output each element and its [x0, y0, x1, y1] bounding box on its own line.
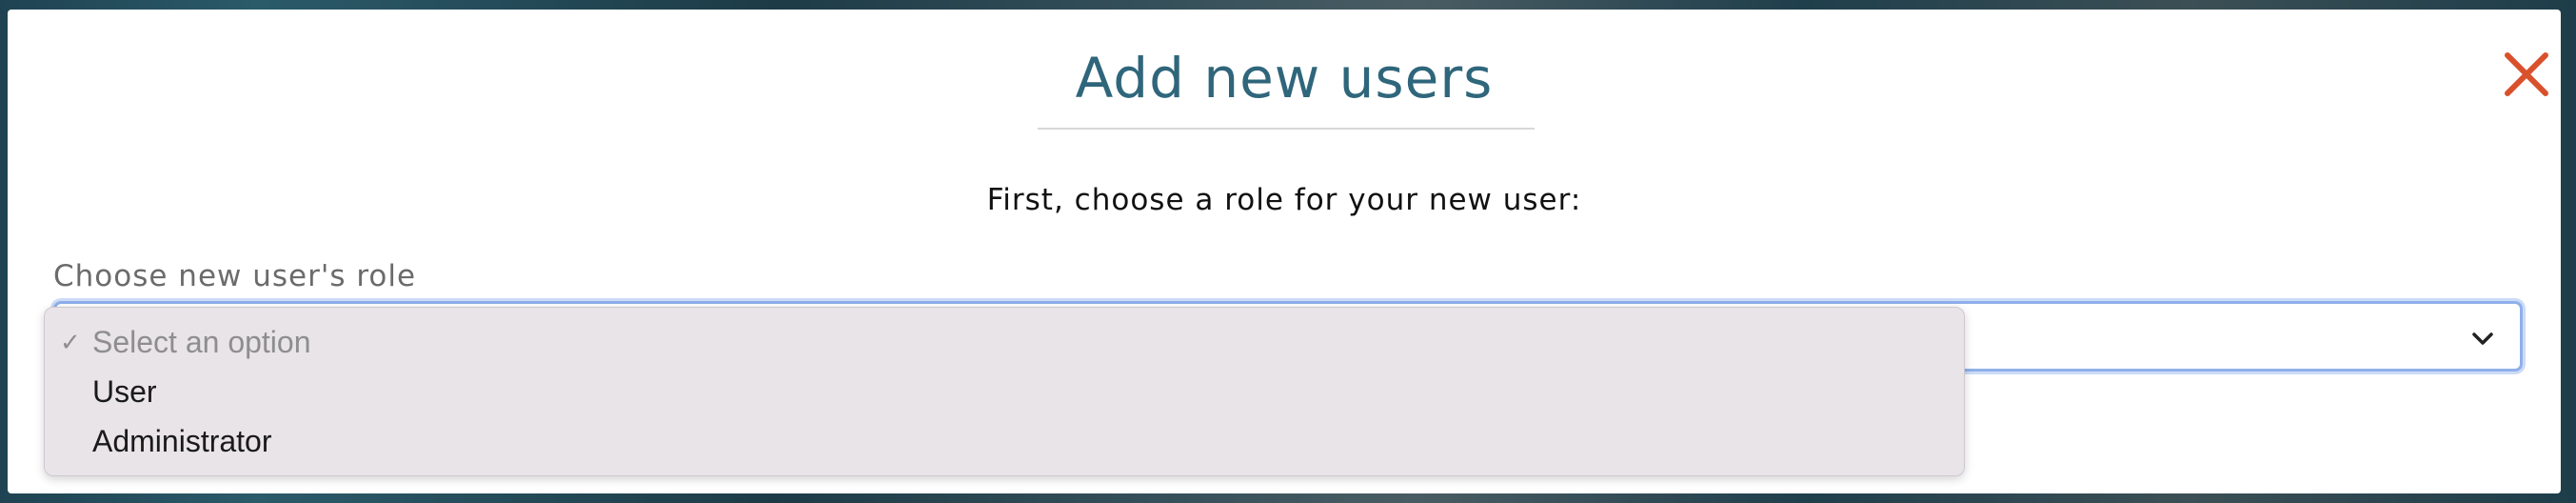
close-icon — [2505, 52, 2548, 96]
instruction-text: First, choose a role for your new user: — [986, 183, 1582, 217]
chevron-down-icon — [2472, 332, 2493, 345]
option-label: Select an option — [92, 325, 311, 359]
option-label: Administrator — [92, 424, 272, 458]
add-users-modal: Add new users First, choose a role for y… — [8, 10, 2561, 493]
role-field-label: Choose new user's role — [53, 259, 417, 293]
role-dropdown-menu: ✓ Select an option User Administrator — [44, 307, 1965, 476]
option-label: User — [92, 374, 157, 409]
close-button[interactable] — [2498, 46, 2555, 103]
option-user[interactable]: User — [45, 367, 1964, 416]
modal-title: Add new users — [1075, 46, 1494, 111]
option-select-an-option[interactable]: ✓ Select an option — [45, 317, 1964, 367]
title-divider — [1038, 128, 1535, 130]
option-administrator[interactable]: Administrator — [45, 416, 1964, 466]
checkmark-icon: ✓ — [60, 328, 81, 356]
